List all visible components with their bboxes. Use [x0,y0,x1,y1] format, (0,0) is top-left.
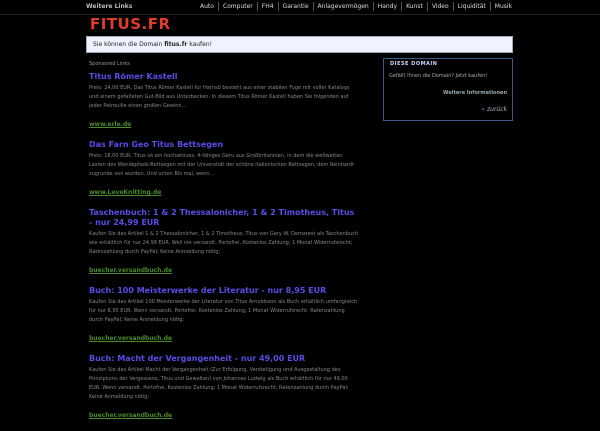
result-url[interactable]: www.LeveKnitting.de [89,189,161,196]
sidebar-heading: DIESE DOMAIN [390,61,438,67]
result-item: Das Farn Geo Titus Bettsegen Preis: 18,0… [89,140,359,198]
result-snippet: Kaufen Sie das Artikel 1 & 2 Thessalonic… [89,231,359,255]
result-title[interactable]: Taschenbuch: 1 & 2 Thessalonicher, 1 & 2… [89,208,359,228]
result-item: Buch: Macht der Vergangenheit - nur 49,0… [89,354,359,421]
sidebar-back-link[interactable]: « zurück [481,106,507,113]
domain-sidebar-box: DIESE DOMAIN Gefällt Ihnen die Domain? J… [383,58,513,121]
nav-item-computer[interactable]: Computer [219,2,258,11]
result-item: Titus Römer Kastell Preis: 24,00 EUR, Da… [89,72,359,130]
result-url[interactable]: www.erle.de [89,121,131,128]
result-title[interactable]: Das Farn Geo Titus Bettsegen [89,140,359,150]
result-url[interactable]: buecher.versandbuch.de [89,412,172,419]
nav-item-auto[interactable]: Auto [196,2,219,11]
more-links-link[interactable]: Weitere Links [86,3,132,10]
domain-offer-bar[interactable]: Sie können die Domain fitus.fr kaufen! [86,36,513,53]
nav-item-musik[interactable]: Musik [491,2,516,11]
sidebar-buy-text[interactable]: Gefällt Ihnen die Domain? Jetzt kaufen! [389,73,487,79]
nav-item-garantie[interactable]: Garantie [279,2,314,11]
result-snippet: Preis: 24,00 EUR, Das Titus Römer Kastel… [89,85,350,109]
nav-item-liquiditaet[interactable]: Liquidität [454,2,491,11]
result-title[interactable]: Buch: 100 Meisterwerke der Literatur - n… [89,286,359,296]
site-logo[interactable]: FITUS.FR [90,15,171,33]
domain-offer-domain[interactable]: fitus.fr [164,41,187,48]
result-snippet: Kaufen Sie das Artikel 100 Meisterwerke … [89,299,358,323]
result-snippet: Kaufen Sie das Artikel Macht der Vergang… [89,367,349,400]
sidebar-more-info-link[interactable]: Weitere Informationen [443,90,507,96]
sponsored-label: Sponsored Links [89,61,130,67]
nav-item-video[interactable]: Video [428,2,454,11]
result-url[interactable]: buecher.versandbuch.de [89,335,172,342]
result-snippet: Preis: 18,00 EUR, Titus ist ein hochakti… [89,153,355,177]
nav-item-handy[interactable]: Handy [374,2,403,11]
result-item: Taschenbuch: 1 & 2 Thessalonicher, 1 & 2… [89,208,359,276]
result-title[interactable]: Buch: Macht der Vergangenheit - nur 49,0… [89,354,359,364]
result-item: Buch: 100 Meisterwerke der Literatur - n… [89,286,359,344]
results-list: Titus Römer Kastell Preis: 24,00 EUR, Da… [89,72,359,431]
top-navigation: Auto Computer FH4 Garantie Anlagevermöge… [196,2,516,11]
result-title[interactable]: Titus Römer Kastell [89,72,359,82]
domain-offer-text-before: Sie können die Domain [93,41,165,48]
result-url[interactable]: buecher.versandbuch.de [89,267,172,274]
domain-offer-text-after: kaufen! [187,41,213,48]
nav-item-kunst[interactable]: Kunst [402,2,428,11]
sidebar-back-label: zurück [487,106,507,113]
nav-item-anlagevermoegen[interactable]: Anlagevermögen [314,2,374,11]
back-arrow-icon: « [481,106,486,113]
nav-item-fh4[interactable]: FH4 [258,2,279,11]
top-bar: Weitere Links Auto Computer FH4 Garantie… [0,0,600,15]
